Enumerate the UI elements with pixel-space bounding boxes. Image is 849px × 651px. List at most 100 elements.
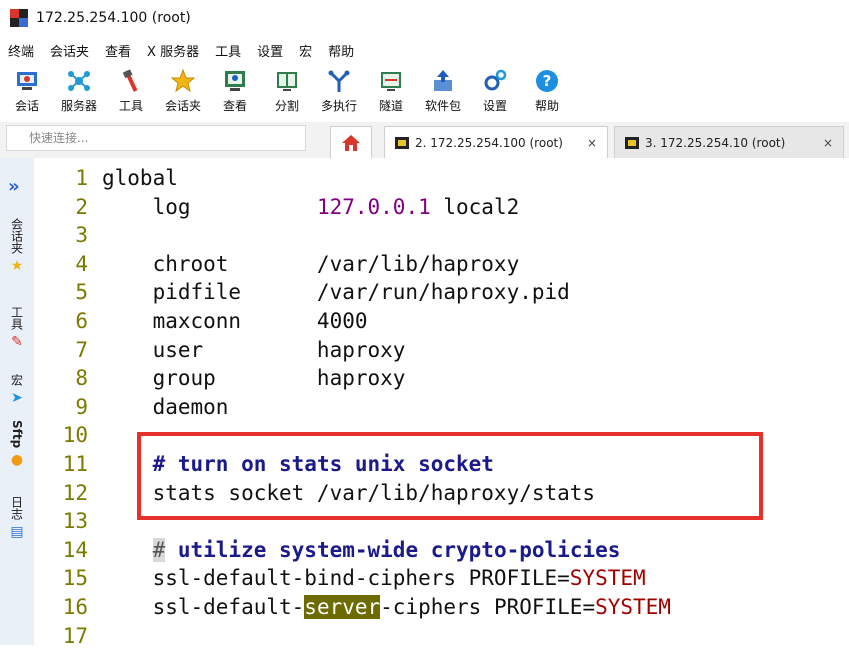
code-token: chroot /var/lib/haproxy (102, 251, 520, 276)
line-number: 9 (75, 394, 88, 419)
home-icon (342, 134, 360, 151)
line-number: 14 (62, 537, 88, 562)
menu-bar: 终端 会话夹 查看 X 服务器 工具 设置 宏 帮助 (0, 38, 849, 62)
toolbar-multiexec-button[interactable]: 多执行 (314, 64, 364, 114)
fork-icon (328, 70, 350, 92)
menu-view[interactable]: 查看 (105, 41, 131, 60)
code-token: maxconn 4000 (102, 309, 368, 333)
toolbar-split-button[interactable]: 分割 (262, 64, 312, 114)
toolbar-sessions-button[interactable]: 会话夹 (158, 64, 208, 114)
star-icon: ★ (10, 258, 24, 274)
line-number: 11 (62, 452, 88, 476)
window-title: 172.25.254.100 (root) (36, 10, 191, 26)
code-token: ssl-default-bind-ciphers PROFILE= (102, 566, 570, 591)
code-text: ssl-default-bind-ciphers PROFILE=SYSTEM (102, 564, 646, 593)
sidebar-item-sessions[interactable]: 会话夹 ★ (6, 218, 28, 274)
close-icon[interactable]: × (823, 136, 833, 150)
sidebar-item-sftp[interactable]: Sftp ● (6, 420, 28, 468)
line-number: 16 (62, 595, 88, 619)
sftp-icon: ● (10, 452, 24, 469)
code-token: SYSTEM (569, 566, 646, 591)
star-icon (170, 68, 196, 93)
svg-text:?: ? (543, 72, 552, 90)
line-number: 6 (75, 309, 88, 333)
sidebar: » 会话夹 ★ 工具 ✎ 宏 ➤ Sftp ● 日志 ▤ (0, 158, 35, 645)
tab-label: 2. 172.25.254.100 (root) (415, 135, 563, 150)
line-number: 7 (75, 337, 88, 362)
annotation-highlight-box (137, 432, 763, 520)
menu-tools[interactable]: 工具 (215, 41, 241, 60)
code-token: # (152, 537, 166, 562)
help-icon: ? (536, 70, 558, 92)
code-line: 17 (34, 622, 849, 651)
line-number: 15 (62, 566, 88, 591)
terminal-icon (625, 136, 639, 149)
code-token: SYSTEM (595, 595, 671, 619)
toolbar-help-button[interactable]: ? 帮助 (522, 64, 572, 114)
code-text: pidfile /var/run/haproxy.pid (102, 278, 570, 307)
code-line: 7 user haproxy (34, 336, 849, 365)
code-token: local2 (430, 194, 520, 219)
toolbar-packages-button[interactable]: 软件包 (418, 64, 468, 114)
line-number: 17 (62, 623, 88, 648)
toolbar: 会话 服务器 工具 会话夹 查看 分割 多执行 隧道 软件包 设置 ? 帮助 (0, 64, 849, 122)
menu-xserver[interactable]: X 服务器 (147, 41, 199, 60)
menu-sessions[interactable]: 会话夹 (50, 41, 89, 60)
home-tab[interactable] (330, 126, 372, 158)
code-text: global (102, 164, 178, 193)
tunnel-icon (381, 72, 401, 91)
split-icon (277, 72, 297, 91)
code-token: -ciphers PROFILE= (380, 595, 596, 619)
toolbar-servers-button[interactable]: 服务器 (54, 64, 104, 114)
toolbar-tools-button[interactable]: 工具 (106, 64, 156, 114)
code-token: daemon (102, 394, 229, 419)
view-icon (225, 71, 245, 91)
tab-session-3[interactable]: 3. 172.25.254.10 (root) × (614, 126, 844, 158)
menu-terminal[interactable]: 终端 (8, 41, 34, 60)
tab-session-2[interactable]: 2. 172.25.254.100 (root) × (384, 126, 608, 158)
code-token: pidfile /var/run/haproxy.pid (102, 280, 570, 305)
tools-icon (122, 69, 138, 92)
expand-sidebar-icon[interactable]: » (8, 176, 20, 197)
code-text: group haproxy (102, 364, 406, 393)
code-token: utilize system-wide crypto-policies (165, 537, 621, 562)
code-text: daemon (102, 393, 229, 422)
toolbar-tunneling-button[interactable]: 隧道 (366, 64, 416, 114)
code-token: ssl-default- (102, 595, 305, 619)
toolbar-view-button[interactable]: 查看 (210, 64, 260, 114)
terminal-icon (395, 136, 409, 149)
quick-connect-input[interactable]: 快速连接... (6, 125, 306, 151)
menu-help[interactable]: 帮助 (328, 41, 354, 60)
code-line: 4 chroot /var/lib/haproxy (34, 250, 849, 279)
code-token: server (304, 595, 381, 619)
code-token: group haproxy (102, 366, 406, 391)
package-icon (434, 70, 452, 91)
line-number: 8 (75, 366, 88, 391)
code-line: 6 maxconn 4000 (34, 307, 849, 336)
line-number: 13 (62, 509, 88, 534)
sidebar-item-log[interactable]: 日志 ▤ (6, 496, 28, 540)
code-text: maxconn 4000 (102, 307, 368, 336)
menu-settings[interactable]: 设置 (257, 41, 283, 60)
code-token: global (102, 166, 178, 190)
line-number: 3 (75, 223, 88, 248)
sidebar-item-macros[interactable]: 宏 ➤ (6, 374, 28, 406)
toolbar-settings-button[interactable]: 设置 (470, 64, 520, 114)
menu-macros[interactable]: 宏 (299, 41, 312, 60)
code-line: 15 ssl-default-bind-ciphers PROFILE=SYST… (34, 564, 849, 593)
log-icon: ▤ (10, 524, 24, 540)
terminal-editor[interactable]: 1 global 2 log 127.0.0.1 local2 3 4 chroot /… (34, 158, 849, 648)
sidebar-item-tools[interactable]: 工具 ✎ (6, 306, 28, 350)
close-icon[interactable]: × (587, 136, 597, 150)
title-bar: 172.25.254.100 (root) (0, 0, 849, 36)
code-line: 2 log 127.0.0.1 local2 (34, 193, 849, 222)
code-text: chroot /var/lib/haproxy (102, 250, 520, 279)
app-logo-icon (10, 9, 28, 27)
code-text: # utilize system-wide crypto-policies (102, 536, 620, 565)
code-line: 9 daemon (34, 393, 849, 422)
toolbar-session-button[interactable]: 会话 (2, 64, 52, 114)
tab-bar: 快速连接... 2. 172.25.254.100 (root) × 3. 17… (0, 122, 849, 158)
code-token: user haproxy (102, 337, 406, 362)
code-text: log 127.0.0.1 local2 (102, 193, 520, 222)
